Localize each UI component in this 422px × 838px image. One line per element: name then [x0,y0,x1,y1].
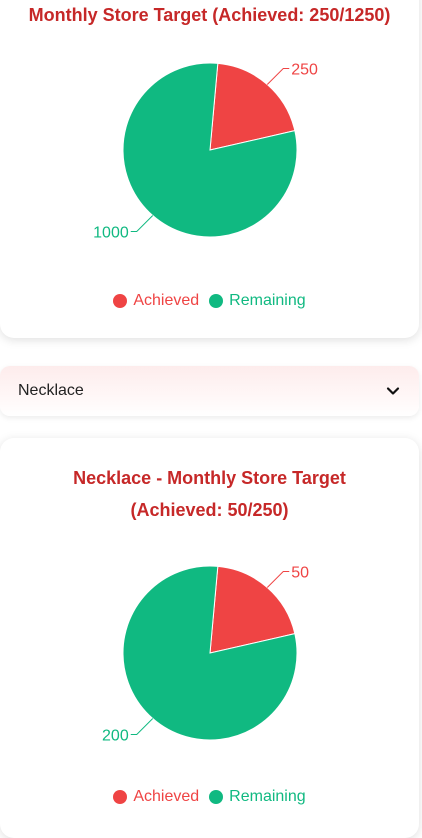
legend-label-remaining: Remaining [229,788,306,805]
legend-item-remaining[interactable]: Remaining [209,788,306,806]
legend-item-achieved[interactable]: Achieved [113,292,199,310]
category-target-title-line1: Necklace - Monthly Store Target [73,468,346,488]
overall-legend: Achieved Remaining [0,292,419,310]
pie-label-line-remaining [130,718,154,736]
category-select[interactable]: Necklace [0,366,419,416]
category-pie-chart: 50 200 [102,564,309,745]
legend-label-achieved: Achieved [133,292,200,309]
pie-label-line-achieved [266,570,290,588]
category-target-title-line2: (Achieved: 50/250) [130,500,289,520]
pie-data-label-achieved: 50 [291,564,309,581]
pie-data-label-achieved: 250 [291,61,318,78]
legend-item-achieved[interactable]: Achieved [113,788,199,806]
chevron-down-icon [385,383,401,399]
overall-target-title: Monthly Store Target (Achieved: 250/1250… [28,5,391,25]
pie-data-label-remaining: 200 [102,728,129,745]
category-select-value: Necklace [18,382,84,399]
pie-label-line-remaining [130,215,154,233]
achieved-dot-icon [113,790,128,804]
overall-pie-chart: 250 1000 [93,61,318,242]
category-pie-chart-area: 50 200 [0,553,419,773]
category-legend: Achieved Remaining [0,788,419,806]
category-target-title: Necklace - Monthly Store Target (Achieve… [0,462,419,526]
remaining-dot-icon [209,294,224,308]
overall-target-card: Monthly Store Target (Achieved: 250/1250… [0,0,419,338]
pie-label-line-achieved [266,67,290,85]
pie-data-label-remaining: 1000 [93,225,129,242]
legend-item-remaining[interactable]: Remaining [209,292,306,310]
legend-label-remaining: Remaining [229,292,306,309]
achieved-dot-icon [113,294,128,308]
category-target-card: Necklace - Monthly Store Target (Achieve… [0,438,419,838]
legend-label-achieved: Achieved [133,788,200,805]
remaining-dot-icon [209,790,224,804]
overall-pie-chart-area: 250 1000 [0,50,419,270]
